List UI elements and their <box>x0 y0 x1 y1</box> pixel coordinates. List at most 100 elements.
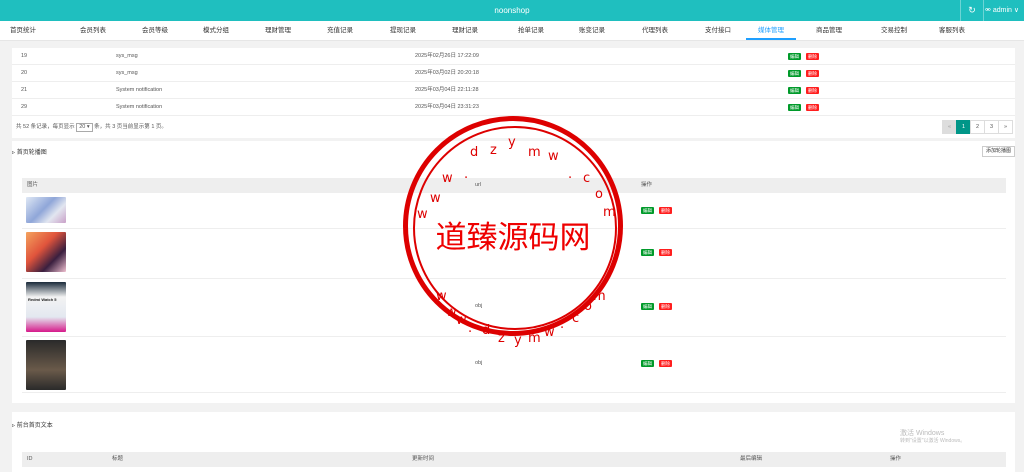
watermark-letter: z <box>490 143 497 158</box>
watermark-letter: y <box>508 135 516 150</box>
row-time: 2025年03月04日 23:31:23 <box>415 104 479 110</box>
row-type: sys_msg <box>116 70 138 76</box>
app-title: noonshop <box>494 6 530 15</box>
watermark-letter: w <box>442 171 453 186</box>
delete-button[interactable]: 删除 <box>659 206 672 214</box>
delete-button[interactable]: 删除 <box>659 249 672 256</box>
watermark-letter: m <box>528 331 541 346</box>
header-action: 操作 <box>641 182 653 188</box>
watermark-letter: c <box>572 311 580 326</box>
nav-item-7[interactable]: 理财记录 <box>443 21 487 40</box>
banner-thumbnail[interactable] <box>26 197 66 223</box>
refresh-icon[interactable]: ↻ <box>960 0 984 21</box>
nav-item-15[interactable]: 客服列表 <box>927 21 977 40</box>
edit-button[interactable]: 编辑 <box>641 249 654 256</box>
edit-button[interactable]: 编辑 <box>641 303 654 310</box>
text-section-title-text: 前台首页文本 <box>16 423 53 429</box>
row-time: 2025年03月02日 20:20:18 <box>415 70 479 76</box>
table-row: 19 sys_msg 2025年02月26日 17:22:09 编辑 删除 <box>12 48 1015 65</box>
delete-button[interactable]: 删除 <box>806 53 819 60</box>
table-row: 29 System notification 2025年03月04日 23:31:2… <box>12 99 1015 116</box>
nav-item-8[interactable]: 抢单记录 <box>508 21 554 40</box>
banner-thumbnail[interactable]: Redmi Watch 5 <box>26 282 66 332</box>
row-time: 2025年02月26日 17:22:09 <box>415 53 479 59</box>
page-button-0[interactable]: « <box>942 120 957 134</box>
banner-thumbnail[interactable] <box>26 232 66 272</box>
watermark-letter: m <box>593 289 606 304</box>
banner-section-title-text: 首页轮播图 <box>16 150 47 156</box>
pager-suffix: 条，共 3 页当前显示第 1 页。 <box>94 124 167 130</box>
nav-item-12[interactable]: 媒体管理 <box>740 21 802 40</box>
row-id: 21 <box>21 87 28 93</box>
delete-button[interactable]: 删除 <box>659 360 672 367</box>
pager-info: 共 52 条记录，每页显示 20 ▾ 条，共 3 页当前显示第 1 页。 <box>16 122 167 132</box>
user-icon: ⚮ <box>985 7 991 14</box>
thumbnail-caption: Redmi Watch 5 <box>28 297 57 302</box>
nav-item-11[interactable]: 支付接口 <box>697 21 739 40</box>
watermark-letter: c <box>583 171 591 186</box>
per-page-value: 20 <box>79 124 86 130</box>
watermark-letter: w <box>417 207 428 222</box>
delete-button[interactable]: 删除 <box>659 303 672 310</box>
watermark-letter: m <box>528 145 541 160</box>
edit-button[interactable]: 编辑 <box>788 104 801 111</box>
nav-item-9[interactable]: 账变记录 <box>570 21 614 40</box>
edit-button[interactable]: 编辑 <box>641 360 654 367</box>
watermark-letter: w <box>456 313 467 328</box>
row-type: System notification <box>116 87 163 93</box>
add-banner-button[interactable]: 添加轮播图 <box>982 146 1015 157</box>
edit-button[interactable]: 编辑 <box>641 206 654 214</box>
table-row: 21 System notification 2025年03月04日 22:11:2… <box>12 82 1015 99</box>
row-id: 20 <box>21 70 28 76</box>
table-row: 20 sys_msg 2025年03月02日 20:20:18 编辑 删除 <box>12 65 1015 82</box>
watermark-stamp: 道臻源码网 www.dzymw.comwww.dzymw.com <box>403 116 623 348</box>
watermark-letter: . <box>568 167 573 182</box>
page-button-3[interactable]: 3 <box>984 120 999 134</box>
page-button-1[interactable]: 1 <box>956 120 971 134</box>
page-button-2[interactable]: 2 <box>970 120 985 134</box>
row-time: 2025年03月04日 22:11:28 <box>415 87 479 93</box>
row-id: 19 <box>21 53 28 59</box>
text-section-title[interactable]: ▹ 前台首页文本 <box>12 420 53 429</box>
watermark-letter: w <box>430 191 441 206</box>
user-label: admin ∨ <box>992 7 1019 14</box>
header-image: 图片 <box>27 182 39 188</box>
watermark-letter: w <box>544 325 555 340</box>
nav-item-2[interactable]: 会员等级 <box>131 21 179 40</box>
nav-item-5[interactable]: 充值记录 <box>318 21 362 40</box>
nav-item-10[interactable]: 代理列表 <box>633 21 677 40</box>
edit-button[interactable]: 编辑 <box>788 70 801 77</box>
row-type: sys_msg <box>116 53 138 59</box>
nav-item-6[interactable]: 提现记录 <box>381 21 425 40</box>
nav-item-1[interactable]: 会员列表 <box>67 21 119 40</box>
pager-prefix: 共 52 条记录，每页显示 <box>16 124 75 130</box>
page-button-4[interactable]: » <box>998 120 1013 134</box>
user-menu[interactable]: ⚮ admin ∨ <box>985 0 1019 21</box>
nav-item-4[interactable]: 理财管理 <box>256 21 300 40</box>
watermark-letter: o <box>584 299 592 314</box>
edit-button[interactable]: 编辑 <box>788 53 801 60</box>
delete-button[interactable]: 删除 <box>806 87 819 94</box>
nav-item-0[interactable]: 首页统计 <box>5 21 41 40</box>
nav-item-14[interactable]: 交易控制 <box>866 21 922 40</box>
banner-url: obj <box>475 360 483 366</box>
nav-item-3[interactable]: 模式分组 <box>193 21 239 40</box>
nav-item-13[interactable]: 商品管理 <box>806 21 852 40</box>
watermark-letter: d <box>470 145 479 160</box>
watermark-letter: d <box>482 323 491 338</box>
watermark-letter: w <box>548 149 559 164</box>
delete-button[interactable]: 删除 <box>806 70 819 77</box>
top-bar: noonshop ↻ ⚮ admin ∨ <box>0 0 1024 21</box>
watermark-letter: . <box>464 167 469 182</box>
watermark-letter: o <box>595 187 603 202</box>
per-page-select[interactable]: 20 ▾ <box>76 123 93 132</box>
banner-thumbnail[interactable] <box>26 340 66 390</box>
row-id: 29 <box>21 104 28 110</box>
delete-button[interactable]: 删除 <box>806 104 819 111</box>
watermark-letter: w <box>436 289 447 304</box>
edit-button[interactable]: 编辑 <box>788 87 801 94</box>
banner-section-title[interactable]: ▹ 首页轮播图 <box>12 147 47 156</box>
row-type: System notification <box>116 104 163 110</box>
watermark-letter: . <box>560 317 565 332</box>
watermark-letter: y <box>514 333 522 348</box>
